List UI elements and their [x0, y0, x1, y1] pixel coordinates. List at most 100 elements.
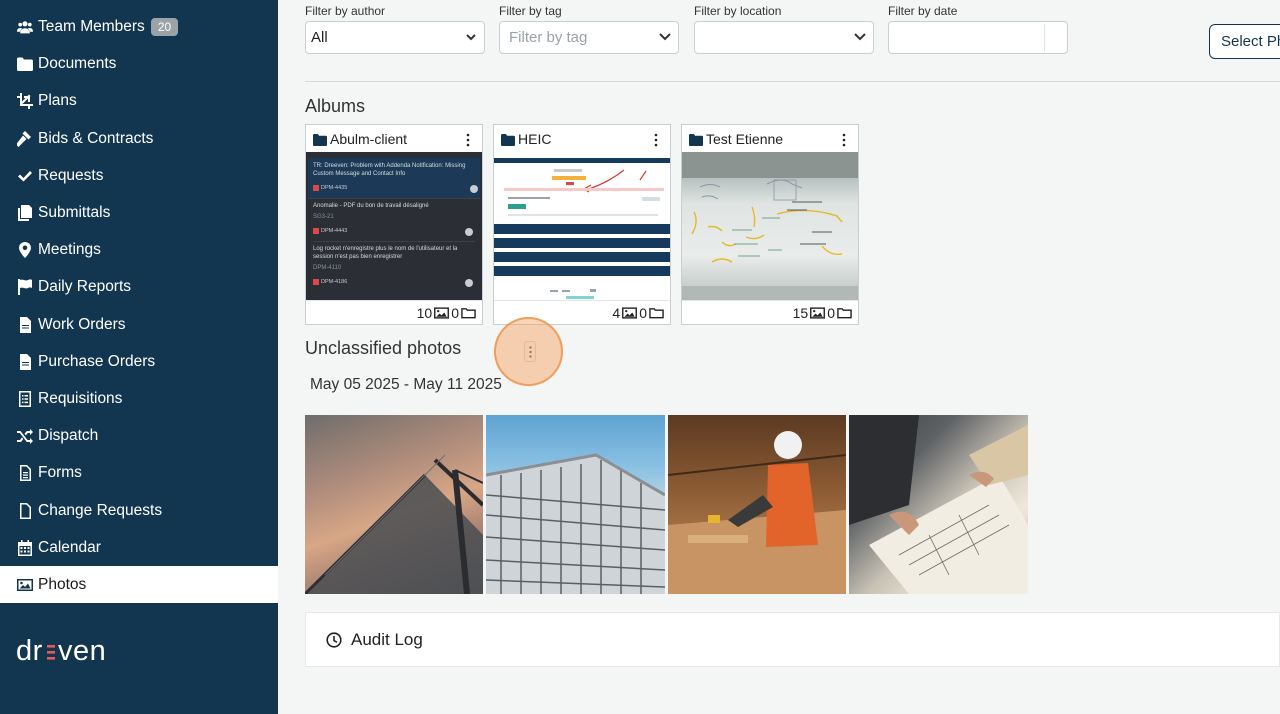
sidebar-item-label: Change Requests [38, 501, 163, 519]
sidebar-item-daily-reports[interactable]: Daily Reports [0, 268, 278, 305]
more-vertical-icon[interactable] [842, 133, 846, 147]
filter-location: Filter by location [694, 4, 874, 54]
folder-icon [313, 133, 327, 146]
folder-count: 0 [451, 304, 459, 321]
sidebar-item-label: Calendar [38, 538, 101, 556]
folder-icon [461, 307, 476, 318]
sidebar-item-change-requests[interactable]: Change Requests [0, 492, 278, 529]
avatar [465, 228, 473, 236]
filter-tag: Filter by tag Filter by tag [499, 4, 679, 54]
app-logo[interactable]: dr ven [16, 635, 112, 674]
sidebar-item-label: Plans [38, 91, 77, 109]
folder-icon [16, 55, 33, 72]
image-icon [810, 306, 826, 319]
album-thumbnail [494, 152, 670, 300]
unclassified-photos-title: Unclassified photos [305, 338, 462, 358]
filter-location-label: Filter by location [694, 4, 782, 18]
album-counts: 15 0 [682, 300, 858, 324]
thumb-tag: DPM-4435 [313, 184, 347, 192]
sidebar-item-team-members[interactable]: Team Members 20 [0, 8, 278, 45]
image-icon [622, 306, 638, 319]
sidebar-item-plans[interactable]: Plans [0, 82, 278, 119]
file-icon [16, 353, 33, 370]
sidebar-item-photos[interactable]: Photos [0, 566, 278, 603]
sidebar-item-meetings[interactable]: Meetings [0, 231, 278, 268]
tag-select[interactable]: Filter by tag [499, 21, 679, 54]
sidebar: Team Members 20 Documents Plans Bids & C… [0, 0, 278, 714]
photo-thumbnail[interactable] [486, 415, 665, 594]
album-counts: 4 0 [494, 300, 670, 324]
thumb-tag-text: DPM-4443 [321, 228, 348, 234]
thumb-text: SG3-21 [313, 214, 334, 220]
svg-text:dr: dr [16, 636, 43, 666]
sidebar-item-calendar[interactable]: Calendar [0, 529, 278, 566]
input-divider [1044, 24, 1045, 51]
sidebar-item-dispatch[interactable]: Dispatch [0, 417, 278, 454]
gavel-icon [16, 130, 33, 147]
photo-thumbnail[interactable] [668, 415, 846, 594]
album-name: Abulm-client [330, 130, 408, 147]
file-icon [16, 316, 33, 333]
photo-count: 10 [416, 304, 433, 321]
sidebar-item-requisitions[interactable]: Requisitions [0, 380, 278, 417]
dreeven-logo: dr ven [16, 635, 106, 667]
folder-icon [501, 133, 515, 146]
tag-select-placeholder: Filter by tag [509, 29, 588, 46]
album-header: Test Etienne [682, 125, 858, 152]
author-select[interactable]: All [305, 21, 485, 54]
whiteboard-photo [682, 152, 858, 300]
album-card[interactable]: Abulm-client TR: Dreeven: Problem with A… [305, 124, 483, 325]
chevron-down-icon [464, 30, 478, 44]
album-card[interactable]: HEIC 4 0 [493, 124, 671, 325]
filter-author: Filter by author All [305, 4, 485, 54]
thumb-tag: DPM-4186 [313, 278, 347, 286]
image-icon [16, 576, 33, 593]
select-photos-button[interactable]: Select Ph [1209, 24, 1280, 59]
sidebar-item-label: Daily Reports [38, 277, 132, 295]
more-vertical-icon[interactable] [466, 133, 470, 147]
crane-photo [305, 454, 483, 594]
building-frame-photo [486, 453, 665, 594]
sidebar-item-label: Meetings [38, 240, 101, 258]
audit-log-panel[interactable]: Audit Log [305, 612, 1280, 667]
sidebar-item-documents[interactable]: Documents [0, 45, 278, 82]
sidebar-item-label: Requests [38, 166, 104, 184]
album-thumbnail [682, 152, 858, 300]
more-vertical-icon[interactable] [654, 133, 658, 147]
sidebar-item-label: Bids & Contracts [38, 129, 154, 147]
sidebar-item-label: Requisitions [38, 389, 123, 407]
map-pin-icon [16, 241, 33, 258]
album-card[interactable]: Test Etienne 15 0 [681, 124, 859, 325]
flag-icon [16, 278, 33, 295]
album-thumbnail: TR: Dreeven: Problem with Addenda Notifi… [306, 152, 482, 300]
list-icon [16, 390, 33, 407]
sidebar-item-work-orders[interactable]: Work Orders [0, 306, 278, 343]
folder-icon [649, 307, 664, 318]
thumb-text: Log rocket n'enregistre plus le nom de l… [313, 246, 458, 260]
sidebar-item-bids-contracts[interactable]: Bids & Contracts [0, 120, 278, 157]
author-select-value: All [311, 29, 328, 46]
date-input[interactable] [888, 21, 1068, 54]
sidebar-item-forms[interactable]: Forms [0, 454, 278, 491]
count-badge: 20 [150, 17, 179, 36]
main-content: Filter by author All Filter by tag Filte… [278, 0, 1280, 714]
sidebar-item-submittals[interactable]: Submittals [0, 194, 278, 231]
calendar-icon [16, 539, 33, 556]
thumb-tag-text: DPM-4186 [321, 279, 348, 285]
sidebar-item-label: Work Orders [38, 315, 126, 333]
photo-thumbnail[interactable] [849, 415, 1028, 594]
sidebar-item-purchase-orders[interactable]: Purchase Orders [0, 343, 278, 380]
album-name: Test Etienne [706, 130, 784, 147]
location-select[interactable] [694, 21, 874, 54]
copy-icon [16, 204, 33, 221]
album-name: HEIC [518, 130, 552, 147]
thumb-tag: DPM-4443 [313, 227, 347, 235]
albums-title: Albums [305, 96, 366, 116]
svg-text:ven: ven [58, 636, 106, 666]
album-header: Abulm-client [306, 125, 482, 152]
file-lines-icon [16, 464, 33, 481]
thumb-card: TR: Dreeven: Problem with Addenda Notifi… [308, 158, 480, 199]
sidebar-item-requests[interactable]: Requests [0, 157, 278, 194]
photo-thumbnail[interactable] [305, 415, 483, 594]
unclassified-more-button[interactable] [524, 341, 536, 362]
